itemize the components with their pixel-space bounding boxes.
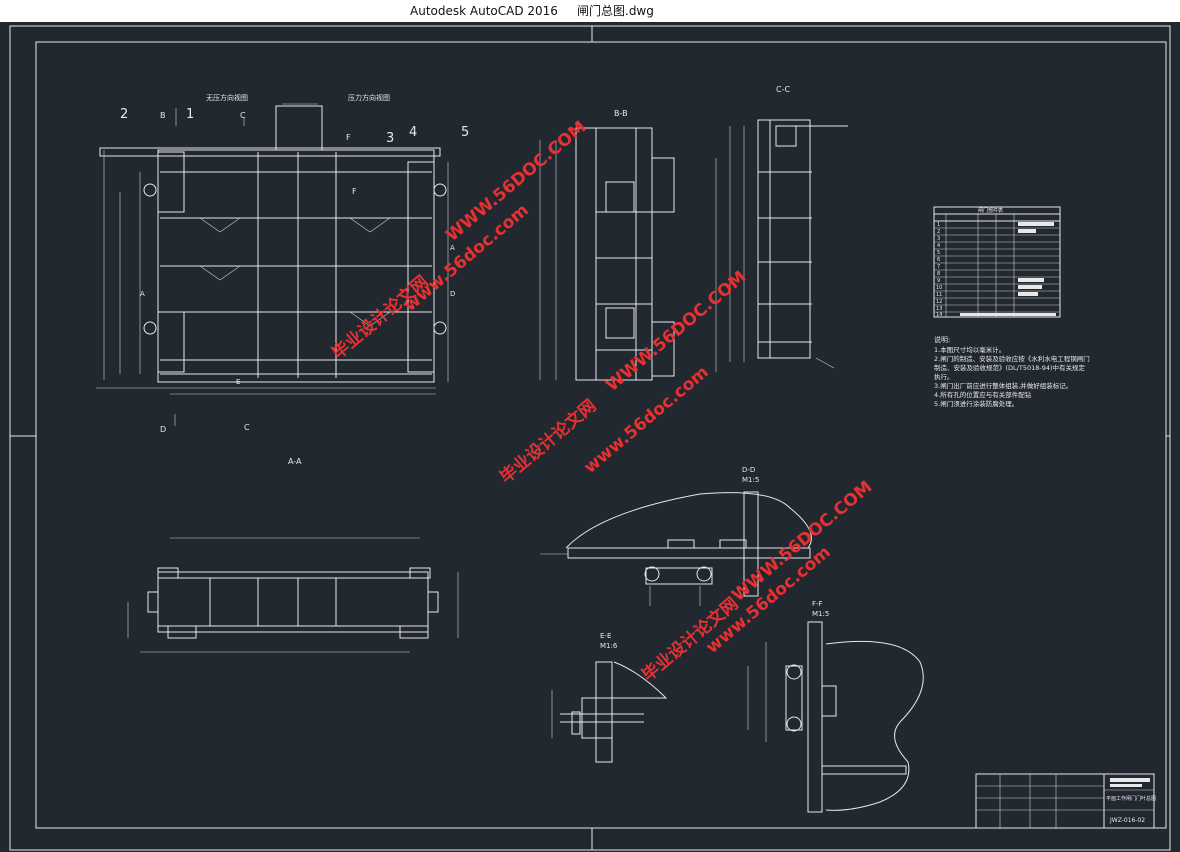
- front-left-note: 无压方向视图: [206, 93, 248, 102]
- section-mark-f-mid: F: [352, 187, 357, 196]
- parts-row-14: 14: [936, 312, 942, 318]
- parts-row-9: 9: [937, 278, 940, 284]
- parts-row-8: 8: [937, 271, 940, 277]
- parts-row-12: 12: [936, 299, 942, 305]
- file-name: 闸门总图.dwg: [577, 4, 654, 18]
- view-dd-label: D-D: [742, 466, 755, 474]
- parts-row-2: 2: [937, 229, 940, 235]
- note-line-5: 3.闸门出厂前应进行整体组装,并做好组装标记。: [934, 381, 1072, 390]
- detail-ff[interactable]: F-F M1:5: [747, 600, 924, 813]
- view-aa-label: A-A: [288, 457, 302, 466]
- part-number-2: 2: [120, 107, 128, 122]
- app-title: Autodesk AutoCAD 2016: [410, 4, 558, 18]
- note-line-6: 4.所有孔的位置应与有关部件配钻: [934, 390, 1032, 399]
- part-number-4: 4: [409, 125, 417, 140]
- watermark-caps-3: WWW.56DOC.COM: [728, 477, 876, 606]
- view-ee-label: E-E: [600, 632, 611, 640]
- front-view-labels: 无压方向视图 压力方向视图 1 2 3 4 5 B C D C A A D F …: [120, 93, 469, 434]
- parts-row-10: 10: [936, 285, 942, 291]
- detail-ee[interactable]: E-E M1:6: [551, 632, 668, 763]
- notes-header: 说明:: [934, 335, 950, 344]
- parts-table-title: 闸门部件表: [978, 207, 1003, 214]
- section-mark-e: E: [236, 378, 240, 386]
- watermarks: www.56doc.com WWW.56DOC.COM 毕业设计论文网 www.…: [328, 117, 877, 686]
- parts-row-6: 6: [937, 257, 940, 263]
- parts-row-5: 5: [937, 250, 940, 256]
- note-line-4: 执行。: [934, 372, 954, 381]
- parts-row-4: 4: [937, 243, 940, 249]
- parts-row-1: 1: [937, 222, 940, 228]
- window-title-bar: Autodesk AutoCAD 2016 闸门总图.dwg: [0, 0, 1180, 22]
- view-bb-label: B-B: [614, 109, 628, 118]
- part-number-3: 3: [386, 131, 394, 146]
- section-mark-d-bottom: D: [160, 425, 166, 434]
- part-number-5: 5: [461, 125, 469, 140]
- section-mark-c-top: C: [240, 111, 246, 120]
- parts-row-7: 7: [937, 264, 940, 270]
- note-line-7: 5.闸门须进行涂装防腐处理。: [934, 399, 1018, 408]
- drawing-number: JWZ-016-02: [1109, 817, 1145, 824]
- view-ee-scale: M1:6: [600, 642, 618, 650]
- note-line-3: 制造、安装及验收规范》(DL/T5018-94)中有关规定: [934, 363, 1086, 372]
- watermark-caps-2: WWW.56DOC.COM: [602, 267, 750, 396]
- watermark-brand-1: 毕业设计论文网: [328, 271, 433, 364]
- section-mark-b-top: B: [160, 111, 166, 120]
- note-line-2: 2.闸门的制造、安装及验收应按《水利水电工程钢闸门: [934, 354, 1090, 363]
- front-view[interactable]: [96, 103, 449, 426]
- drawing-name: 平面工作闸门门叶总图: [1106, 795, 1156, 802]
- note-line-1: 1.本图尺寸均以毫米计。: [934, 345, 1005, 354]
- front-right-note: 压力方向视图: [348, 93, 390, 102]
- drawing-canvas[interactable]: 无压方向视图 压力方向视图 1 2 3 4 5 B C D C A A D F …: [0, 22, 1180, 852]
- section-mark-a-left: A: [140, 290, 145, 298]
- section-aa[interactable]: A-A: [127, 457, 459, 653]
- view-dd-scale: M1:5: [742, 476, 759, 484]
- section-cc[interactable]: C-C: [729, 85, 848, 369]
- parts-row-11: 11: [936, 292, 942, 298]
- section-mark-c-bottom: C: [244, 423, 250, 432]
- title-block[interactable]: 平面工作闸门门叶总图 JWZ-016-02: [975, 773, 1156, 829]
- drawing-svg[interactable]: 无压方向视图 压力方向视图 1 2 3 4 5 B C D C A A D F …: [0, 22, 1180, 852]
- view-ff-scale: M1:5: [812, 610, 829, 618]
- parts-row-3: 3: [937, 236, 940, 242]
- parts-table[interactable]: 闸门部件表 1 2 3 4 5 6 7 8 9 10 11 12 13 14: [933, 206, 1061, 318]
- notes-block: 说明: 1.本图尺寸均以毫米计。 2.闸门的制造、安装及验收应按《水利水电工程钢…: [934, 335, 1090, 408]
- section-mark-d-right: D: [450, 290, 455, 298]
- part-number-1: 1: [186, 107, 194, 122]
- view-cc-label: C-C: [776, 85, 790, 94]
- window-title: Autodesk AutoCAD 2016 闸门总图.dwg: [410, 0, 654, 22]
- watermark-brand-2: 毕业设计论文网: [496, 395, 601, 488]
- view-ff-label: F-F: [812, 600, 823, 608]
- section-mark-f-top: F: [346, 133, 351, 142]
